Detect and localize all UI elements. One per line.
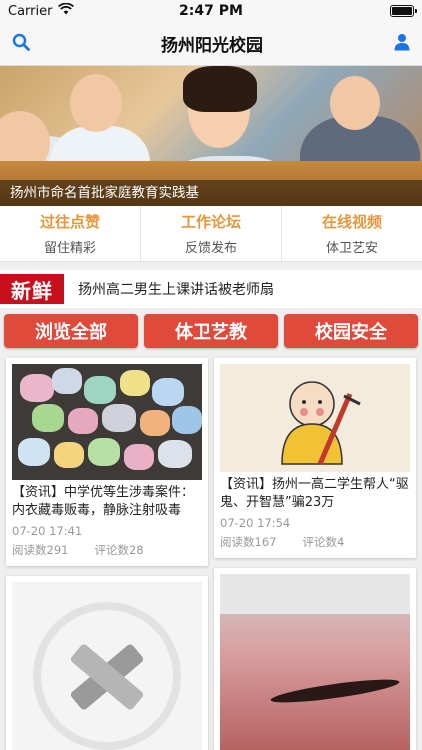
news-title: 【资讯】中学优等生涉毒案件：内衣藏毒贩毒，静脉注射吸毒 xyxy=(12,485,195,518)
category-buttons: 浏览全部 体卫艺教 校园安全 xyxy=(0,308,422,354)
thumbnail-header xyxy=(220,574,410,614)
wifi-icon xyxy=(58,2,75,19)
pill-shape xyxy=(102,404,136,432)
news-logo: 新鲜 xyxy=(0,274,64,304)
placeholder-image-icon xyxy=(12,582,202,750)
pill-shape xyxy=(20,374,54,402)
quick-tab-likes[interactable]: 过往点赞 留住精彩 xyxy=(0,206,141,261)
news-date: 07-20 17:41 xyxy=(12,524,83,538)
news-column-left: 【资讯】中学优等生涉毒案件：内衣藏毒贩毒，静脉注射吸毒 07-20 17:41 … xyxy=(6,358,208,750)
banner-figure xyxy=(183,66,257,112)
comment-count: 评论数28 xyxy=(94,543,144,557)
quick-tab-title: 在线视频 xyxy=(321,213,382,231)
navigation-bar: 扬州阳光校园 xyxy=(0,22,422,66)
pill-shape xyxy=(52,368,82,394)
news-card[interactable]: 【资讯】中学优等生涉毒案件：内衣藏毒贩毒，静脉注射吸毒 07-20 17:41 … xyxy=(6,358,208,566)
news-card[interactable] xyxy=(6,576,208,750)
news-thumbnail xyxy=(220,364,410,472)
quick-tab-subtitle: 反馈发布 xyxy=(184,241,237,256)
banner-caption: 扬州市命名首批家庭教育实践基 xyxy=(0,180,422,206)
pill-shape xyxy=(32,404,64,432)
quick-tab-subtitle: 体卫艺安 xyxy=(325,241,378,256)
pill-shape xyxy=(120,370,150,396)
news-column-right: 【资讯】扬州一高二学生帮人“驱鬼、开智慧”骗23万 07-20 17:54 阅读… xyxy=(214,358,416,750)
banner-carousel[interactable]: 扬州市命名首批家庭教育实践基 xyxy=(0,66,422,206)
news-card[interactable] xyxy=(214,568,416,750)
quick-tab-video[interactable]: 在线视频 体卫艺安 xyxy=(282,206,422,261)
quick-tab-title: 工作论坛 xyxy=(180,213,241,231)
quick-tabs: 过往点赞 留住精彩 工作论坛 反馈发布 在线视频 体卫艺安 xyxy=(0,206,422,262)
browse-all-button[interactable]: 浏览全部 xyxy=(4,314,138,348)
read-count: 阅读数167 xyxy=(220,535,277,549)
pill-shape xyxy=(68,408,98,434)
pill-shape xyxy=(140,410,170,436)
read-count: 阅读数291 xyxy=(12,543,69,557)
pill-shape xyxy=(88,438,120,466)
comment-count: 评论数4 xyxy=(302,535,345,549)
news-card[interactable]: 【资讯】扬州一高二学生帮人“驱鬼、开智慧”骗23万 07-20 17:54 阅读… xyxy=(214,358,416,558)
news-title: 【资讯】扬州一高二学生帮人“驱鬼、开智慧”骗23万 xyxy=(220,477,409,510)
pill-shape xyxy=(18,438,50,466)
page-title: 扬州阳光校园 xyxy=(161,36,263,56)
pill-shape xyxy=(54,442,84,468)
search-icon[interactable] xyxy=(12,33,30,55)
news-thumbnail xyxy=(12,364,202,480)
news-thumbnail xyxy=(220,574,410,750)
pill-shape xyxy=(124,444,154,470)
quick-tab-subtitle: 留住精彩 xyxy=(43,241,96,256)
news-grid: 【资讯】中学优等生涉毒案件：内衣藏毒贩毒，静脉注射吸毒 07-20 17:41 … xyxy=(0,354,422,750)
thumbnail-mark xyxy=(269,675,401,707)
banner-figure xyxy=(70,74,122,132)
pill-shape xyxy=(172,406,202,434)
news-ticker[interactable]: 新鲜 扬州高二男生上课讲话被老师扇 xyxy=(0,270,422,308)
pill-shape xyxy=(84,376,116,404)
user-icon[interactable] xyxy=(394,33,410,55)
banner-figure xyxy=(330,76,380,130)
campus-safety-button[interactable]: 校园安全 xyxy=(284,314,418,348)
news-date: 07-20 17:54 xyxy=(220,516,291,530)
ticker-headline[interactable]: 扬州高二男生上课讲话被老师扇 xyxy=(78,279,274,299)
battery-icon xyxy=(390,5,417,17)
sports-art-button[interactable]: 体卫艺教 xyxy=(144,314,278,348)
quick-tab-title: 过往点赞 xyxy=(39,213,100,231)
carrier-label: Carrier xyxy=(8,3,53,19)
pill-shape xyxy=(158,440,192,468)
quick-tab-forum[interactable]: 工作论坛 反馈发布 xyxy=(141,206,282,261)
pill-shape xyxy=(152,378,184,406)
status-bar: Carrier 2:47 PM xyxy=(0,0,422,22)
